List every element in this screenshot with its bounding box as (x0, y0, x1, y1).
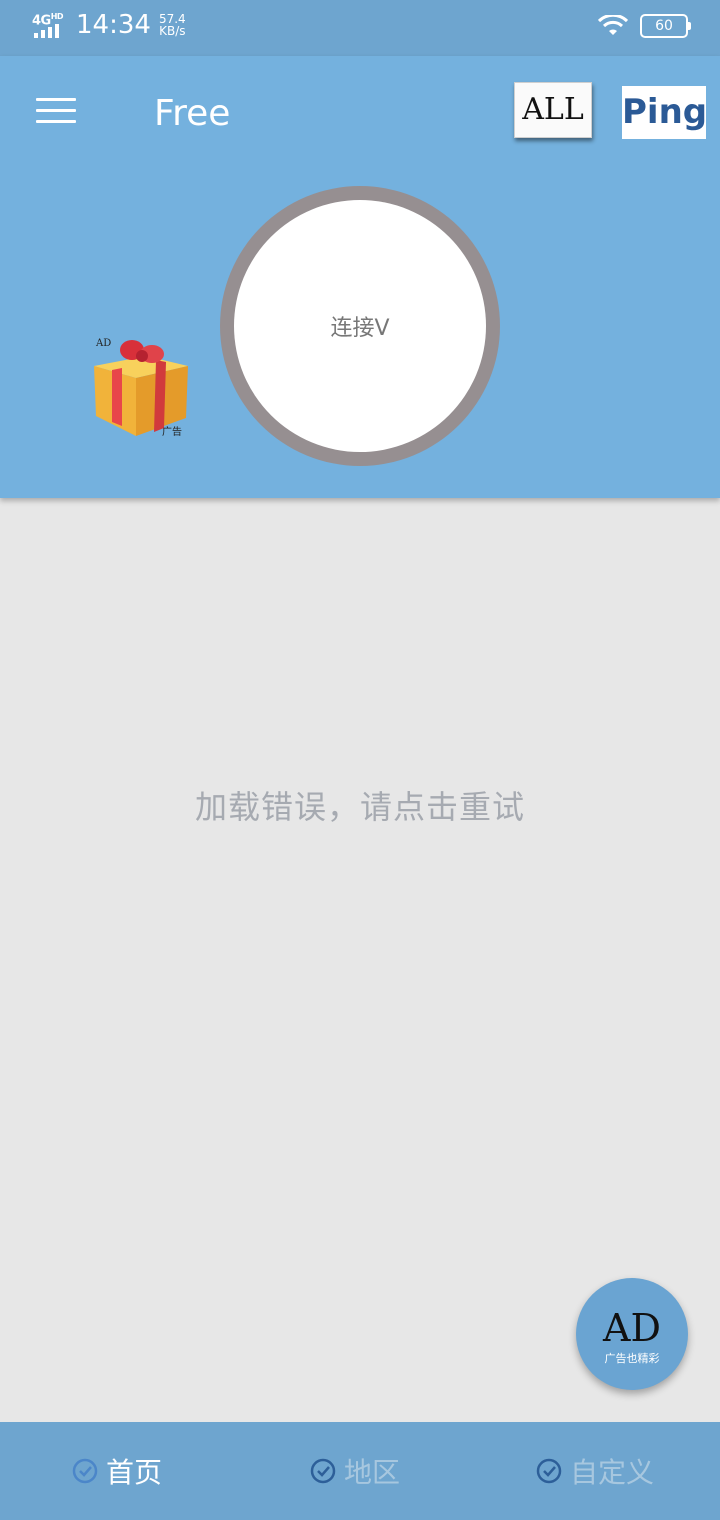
connect-label: 连接V (234, 200, 486, 452)
home-tab-icon (72, 1458, 98, 1484)
custom-tab-icon (536, 1458, 562, 1484)
all-button[interactable]: ALL (514, 82, 592, 138)
page-title: Free (154, 93, 231, 134)
ping-label: Ping (622, 92, 708, 132)
cellular-signal-icon: 4GHD (32, 10, 68, 40)
status-left: 4GHD 14:34 57.4 KB/s (32, 10, 186, 40)
tab-home[interactable]: 首页 (72, 1422, 162, 1520)
wifi-icon (598, 15, 628, 35)
bottom-navigation: 首页 地区 自定义 (0, 1422, 720, 1520)
status-right: 60 (598, 14, 691, 38)
connect-button[interactable]: 连接V (220, 186, 500, 466)
tab-region-label: 地区 (344, 1456, 401, 1489)
clock: 14:34 (76, 10, 151, 40)
status-bar: 4GHD 14:34 57.4 KB/s 60 (0, 0, 720, 56)
load-error-retry[interactable]: 加载错误，请点击重试 (0, 782, 720, 828)
network-speed: 57.4 KB/s (158, 12, 186, 38)
battery-level: 60 (655, 18, 673, 34)
battery-icon: 60 (640, 14, 691, 38)
tab-custom-label: 自定义 (570, 1456, 655, 1489)
fab-ad-title: AD (603, 1306, 661, 1350)
gift-ad-button[interactable]: AD 广告 (86, 336, 196, 444)
tab-region[interactable]: 地区 (310, 1422, 400, 1520)
ping-button[interactable]: Ping (622, 86, 708, 139)
app-header: Free ALL Ping AD 广告 连接V (0, 56, 720, 498)
gift-ad-tag: 广告 (162, 427, 182, 438)
tab-home-label: 首页 (106, 1456, 163, 1489)
region-tab-icon (310, 1458, 336, 1484)
floating-ad-button[interactable]: AD 广告也精彩 (576, 1278, 688, 1390)
menu-icon[interactable] (36, 98, 76, 128)
tab-custom[interactable]: 自定义 (536, 1422, 654, 1520)
fab-ad-subtitle: 广告也精彩 (604, 1352, 660, 1365)
